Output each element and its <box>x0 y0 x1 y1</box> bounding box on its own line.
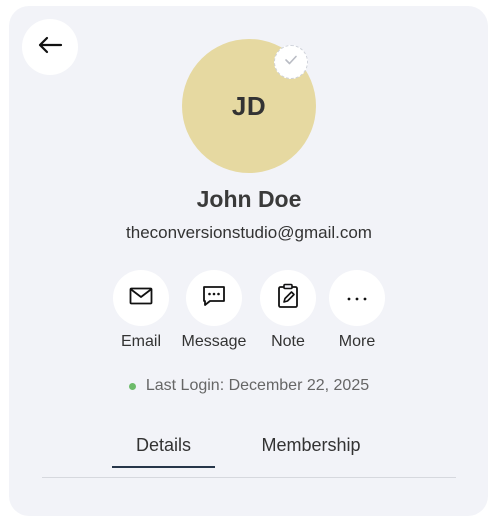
check-icon <box>284 53 298 71</box>
tab-membership[interactable]: Membership <box>240 435 382 456</box>
active-tab-indicator <box>112 466 215 468</box>
verified-badge <box>274 45 308 79</box>
avatar-initials: JD <box>231 90 267 121</box>
message-label: Message <box>181 333 247 350</box>
tab-details[interactable]: Details <box>112 435 215 456</box>
more-button[interactable] <box>329 270 385 326</box>
back-button[interactable] <box>22 19 78 75</box>
more-horizontal-icon <box>346 289 368 307</box>
note-button[interactable] <box>260 270 316 326</box>
note-edit-icon <box>277 283 299 314</box>
message-button[interactable] <box>186 270 242 326</box>
profile-email: theconversionstudio@gmail.com <box>126 223 372 242</box>
profile-name: John Doe <box>196 186 302 212</box>
arrow-left-icon <box>37 36 63 59</box>
tabs-divider <box>42 477 456 478</box>
email-label: Email <box>120 333 161 350</box>
last-login-status: Last Login: December 22, 2025 <box>0 377 498 395</box>
note-label: Note <box>271 333 305 350</box>
more-label: More <box>338 333 376 350</box>
online-status-dot <box>128 382 136 390</box>
chat-bubble-icon <box>202 285 226 312</box>
action-more[interactable]: More <box>312 270 402 351</box>
last-login-text: Last Login: December 22, 2025 <box>145 377 370 394</box>
email-button[interactable] <box>113 270 169 326</box>
envelope-icon <box>129 287 153 310</box>
